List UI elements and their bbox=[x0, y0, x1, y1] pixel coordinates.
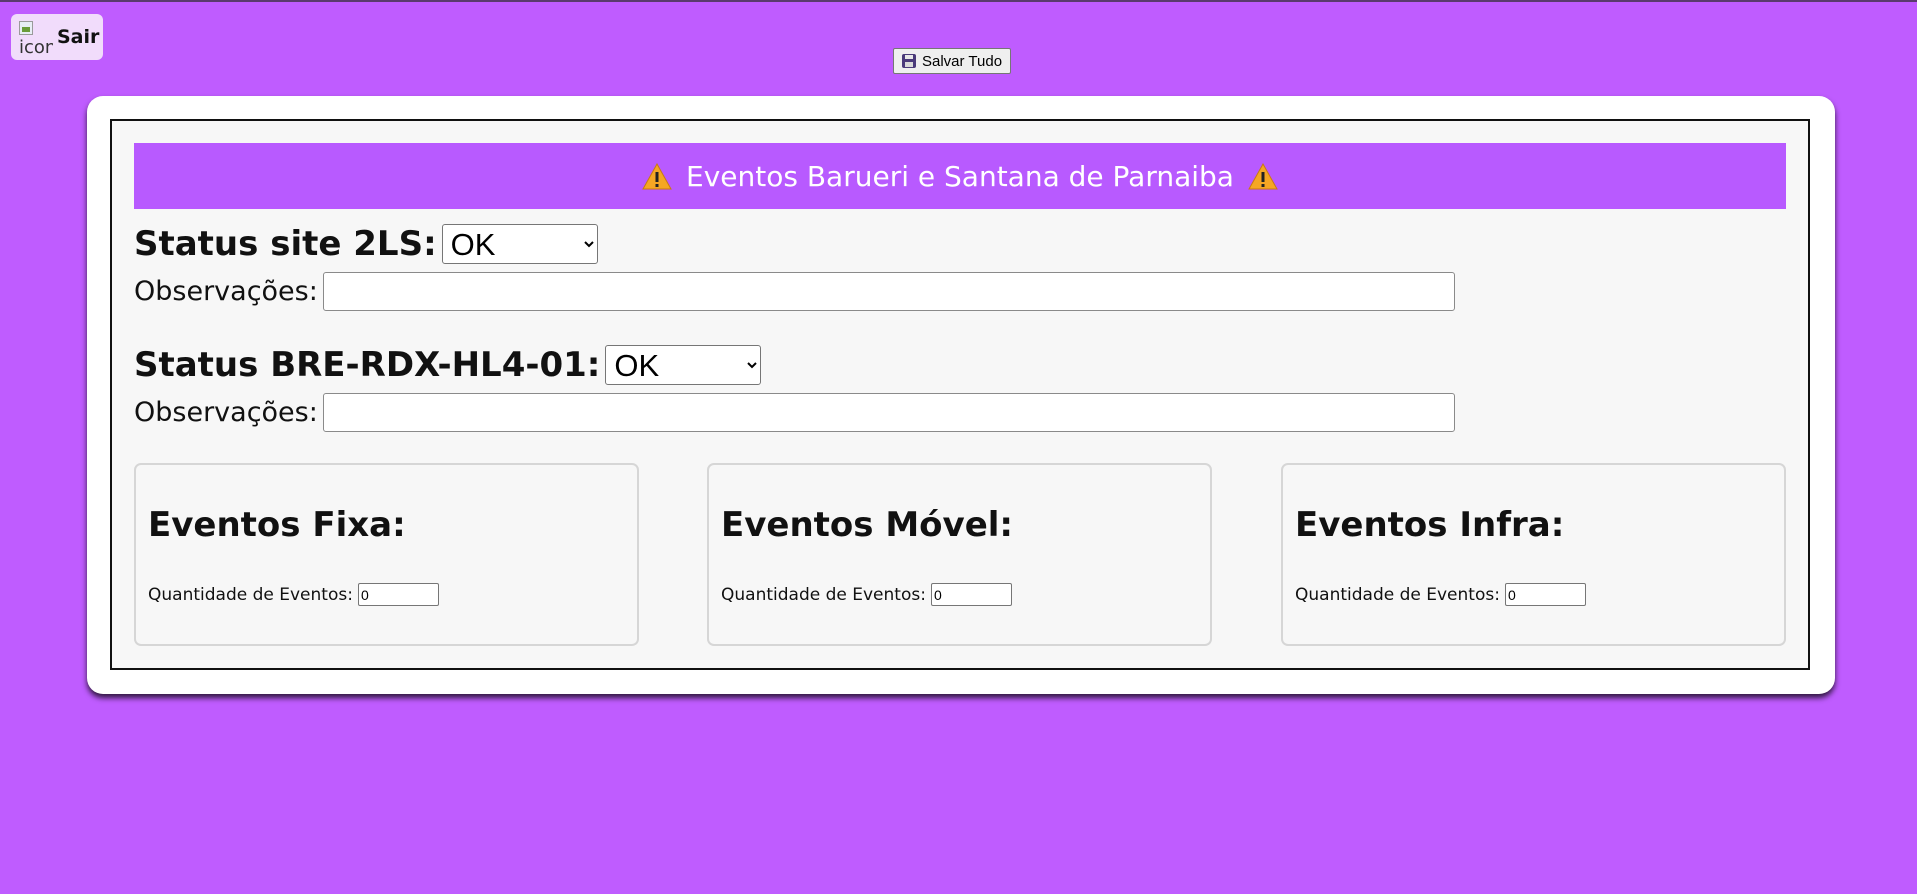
events-fixa-box: Eventos Fixa: Quantidade de Eventos: bbox=[134, 463, 639, 646]
banner-title: Eventos Barueri e Santana de Parnaiba bbox=[686, 159, 1234, 193]
status-row-2ls: Status site 2LS: OK bbox=[134, 224, 598, 264]
warning-icon bbox=[1248, 162, 1278, 190]
status-label: Status site 2LS: bbox=[134, 224, 437, 264]
observations-row-bre-rdx: Observações: bbox=[134, 393, 1455, 432]
events-fixa-qty-input[interactable] bbox=[357, 583, 439, 606]
qty-row: Quantidade de Eventos: bbox=[1295, 583, 1586, 606]
logout-label: Sair bbox=[57, 26, 100, 48]
save-all-label: Salvar Tudo bbox=[922, 52, 1003, 70]
logout-button[interactable]: icon Sair bbox=[11, 14, 103, 60]
qty-label: Quantidade de Eventos: bbox=[1295, 584, 1500, 605]
status-row-bre-rdx: Status BRE-RDX-HL4-01: OK bbox=[134, 345, 762, 385]
events-infra-box: Eventos Infra: Quantidade de Eventos: bbox=[1281, 463, 1786, 646]
qty-label: Quantidade de Eventos: bbox=[148, 584, 353, 605]
events-movel-qty-input[interactable] bbox=[930, 583, 1012, 606]
observations-input-2ls[interactable] bbox=[322, 272, 1455, 311]
warning-icon bbox=[642, 162, 672, 190]
events-banner: Eventos Barueri e Santana de Parnaiba bbox=[134, 143, 1786, 209]
events-movel-title: Eventos Móvel: bbox=[721, 505, 1014, 545]
observations-label: Observações: bbox=[134, 276, 318, 307]
image-alt-text: icon bbox=[19, 37, 53, 56]
observations-row-2ls: Observações: bbox=[134, 272, 1455, 311]
events-infra-qty-input[interactable] bbox=[1504, 583, 1586, 606]
floppy-disk-icon bbox=[902, 54, 916, 68]
events-fixa-title: Eventos Fixa: bbox=[148, 505, 406, 545]
status-label: Status BRE-RDX-HL4-01: bbox=[134, 345, 601, 385]
qty-label: Quantidade de Eventos: bbox=[721, 584, 926, 605]
main-card: Eventos Barueri e Santana de Parnaiba St… bbox=[87, 96, 1835, 694]
qty-row: Quantidade de Eventos: bbox=[721, 583, 1012, 606]
status-select-bre-rdx[interactable]: OK bbox=[605, 345, 762, 385]
observations-label: Observações: bbox=[134, 397, 318, 428]
qty-row: Quantidade de Eventos: bbox=[148, 583, 439, 606]
status-select-2ls[interactable]: OK bbox=[441, 224, 598, 264]
save-all-button[interactable]: Salvar Tudo bbox=[893, 48, 1012, 74]
events-panel: Eventos Barueri e Santana de Parnaiba St… bbox=[110, 119, 1810, 670]
broken-image-icon: icon bbox=[17, 19, 53, 55]
events-movel-box: Eventos Móvel: Quantidade de Eventos: bbox=[707, 463, 1212, 646]
events-infra-title: Eventos Infra: bbox=[1295, 505, 1565, 545]
observations-input-bre-rdx[interactable] bbox=[322, 393, 1455, 432]
